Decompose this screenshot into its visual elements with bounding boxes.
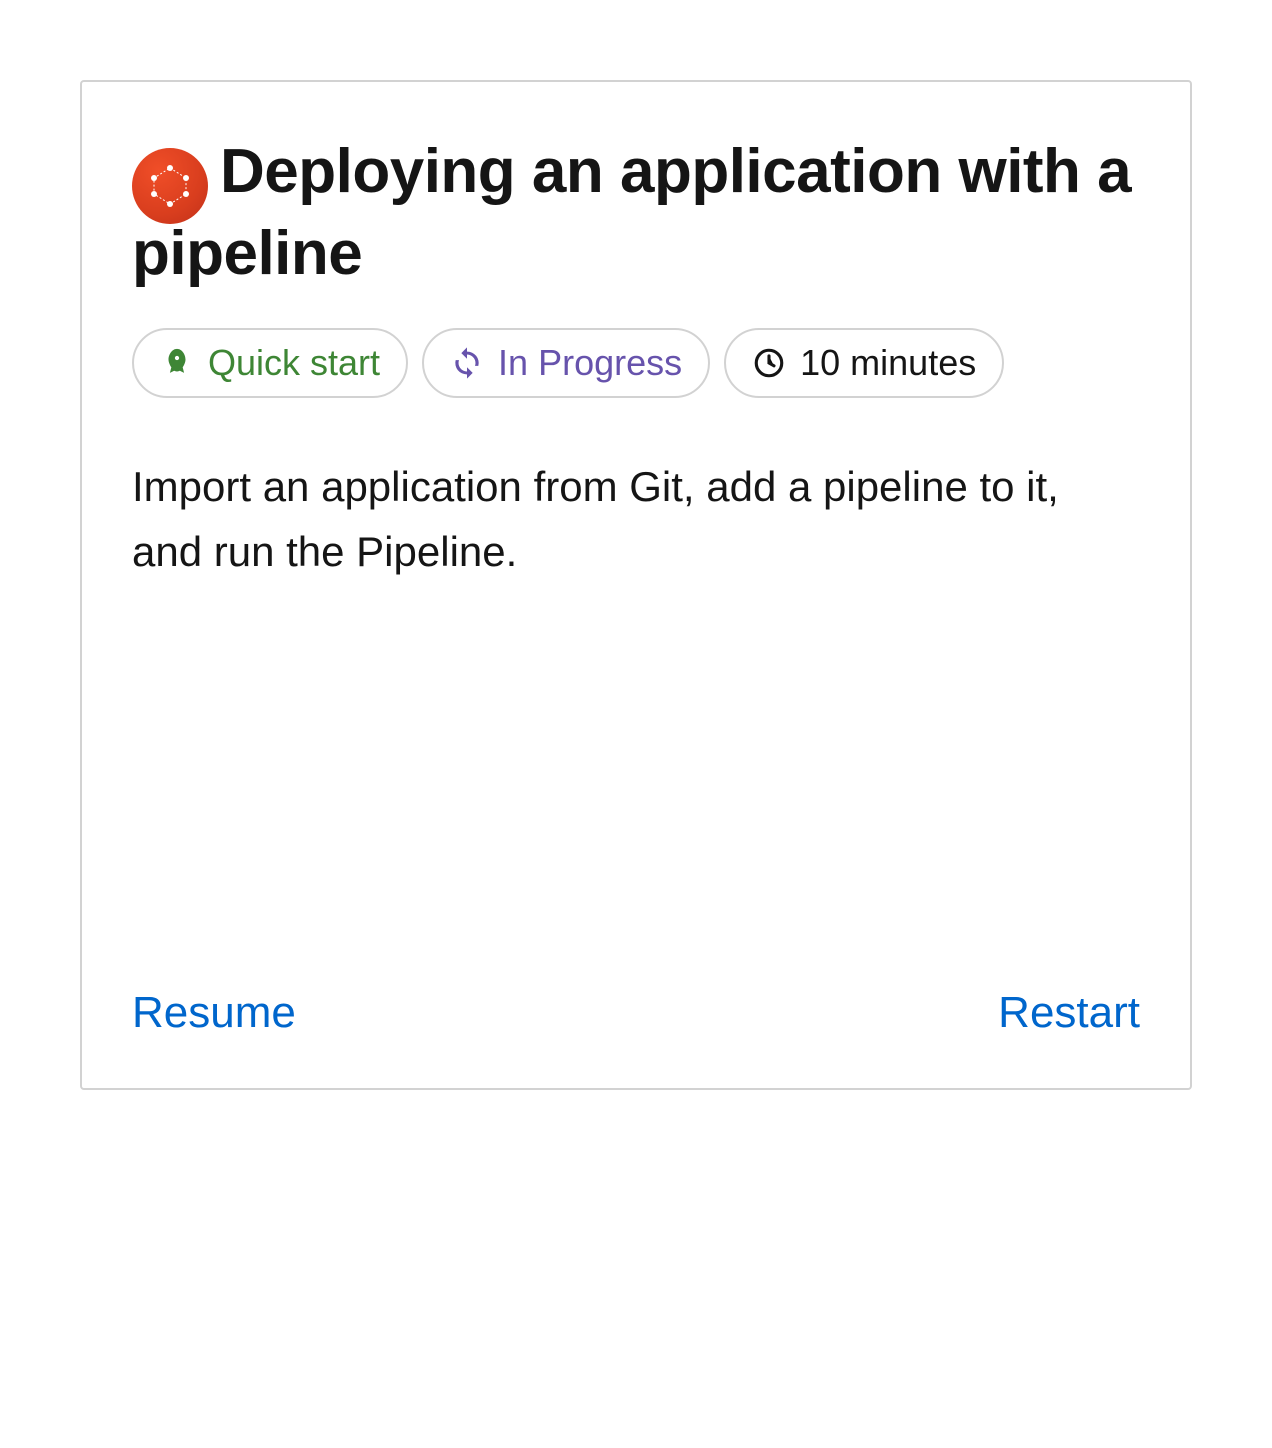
duration-badge: 10 minutes [724,328,1004,398]
card-title: Deploying an application with a pipeline [132,132,1140,294]
card-description: Import an application from Git, add a pi… [132,454,1140,988]
resume-button[interactable]: Resume [132,988,296,1038]
card-title-text: Deploying an application with a pipeline [132,137,1131,288]
in-progress-label: In Progress [498,342,682,384]
card-header: Deploying an application with a pipeline [132,132,1140,294]
sync-icon [450,346,484,380]
restart-button[interactable]: Restart [998,988,1140,1038]
clock-icon [752,346,786,380]
duration-label: 10 minutes [800,342,976,384]
card-footer: Resume Restart [132,988,1140,1038]
pipeline-app-icon [132,148,208,224]
in-progress-badge: In Progress [422,328,710,398]
quick-start-badge: Quick start [132,328,408,398]
rocket-icon [160,346,194,380]
quickstart-card: Deploying an application with a pipeline… [80,80,1192,1090]
quick-start-label: Quick start [208,342,380,384]
badge-row: Quick start In Progress 10 minutes [132,328,1140,398]
